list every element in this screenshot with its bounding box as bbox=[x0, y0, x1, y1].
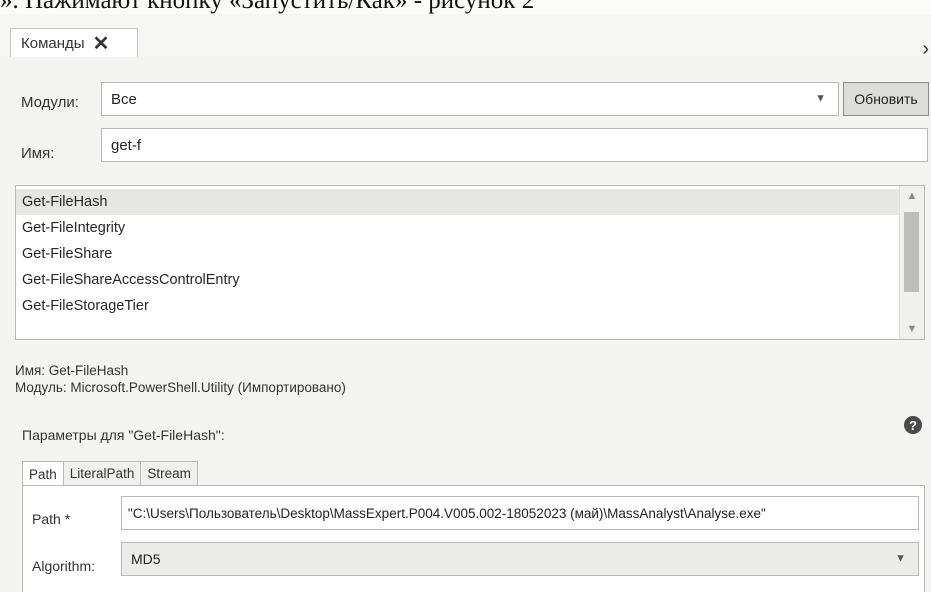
path-param-input[interactable]: "C:\Users\Пользователь\Desktop\MassExper… bbox=[121, 496, 919, 530]
scrollbar[interactable]: ▲ ▼ bbox=[899, 186, 924, 339]
modules-select[interactable]: Все ▼ bbox=[101, 82, 839, 116]
tab-path[interactable]: Path bbox=[22, 461, 64, 486]
chevron-down-icon: ▼ bbox=[895, 552, 906, 565]
parameters-heading: Параметры для "Get-FileHash": bbox=[22, 427, 225, 443]
close-icon[interactable]: ✕ bbox=[93, 34, 110, 54]
chevron-down-icon: ▼ bbox=[815, 92, 826, 105]
algorithm-param-label: Algorithm: bbox=[32, 558, 96, 574]
tab-label: Команды bbox=[21, 35, 85, 52]
command-module-info: Модуль: Microsoft.PowerShell.Utility (Им… bbox=[15, 380, 346, 395]
chevron-up-icon[interactable]: ▲ bbox=[900, 190, 924, 202]
path-param-label: Path * bbox=[32, 511, 71, 527]
modules-label: Модули: bbox=[21, 94, 79, 111]
name-input[interactable]: get-f bbox=[101, 128, 928, 162]
tab-commands[interactable]: Команды ✕ bbox=[10, 28, 138, 58]
name-label: Имя: bbox=[21, 145, 55, 162]
list-item[interactable]: Get-FileShareAccessControlEntry bbox=[16, 267, 901, 293]
algorithm-value: MD5 bbox=[131, 551, 161, 567]
chevron-down-icon[interactable]: ▼ bbox=[900, 323, 924, 335]
tab-strip: Команды ✕ › bbox=[0, 14, 931, 60]
list-item[interactable]: Get-FileShare bbox=[16, 241, 901, 267]
parameter-set-tabs: Path LiteralPath Stream bbox=[22, 461, 198, 486]
list-item[interactable]: Get-FileIntegrity bbox=[16, 215, 901, 241]
refresh-button[interactable]: Обновить bbox=[843, 82, 929, 116]
tab-stream[interactable]: Stream bbox=[140, 461, 198, 485]
scrollbar-thumb[interactable] bbox=[904, 212, 919, 292]
list-item[interactable]: Get-FileStorageTier bbox=[16, 293, 901, 319]
list-item[interactable]: Get-FileHash bbox=[16, 189, 901, 215]
tab-literalpath[interactable]: LiteralPath bbox=[62, 461, 142, 485]
commands-list[interactable]: Get-FileHash Get-FileIntegrity Get-FileS… bbox=[15, 185, 925, 340]
algorithm-select[interactable]: MD5 ▼ bbox=[121, 542, 919, 576]
modules-value: Все bbox=[111, 90, 137, 108]
parameter-tab-body: Path * "C:\Users\Пользователь\Desktop\Ma… bbox=[22, 485, 925, 592]
document-text: ». Нажимают кнопку «Запустить/Как» - рис… bbox=[0, 0, 931, 14]
help-icon[interactable]: ? bbox=[904, 416, 922, 434]
command-name-info: Имя: Get-FileHash bbox=[15, 363, 129, 378]
